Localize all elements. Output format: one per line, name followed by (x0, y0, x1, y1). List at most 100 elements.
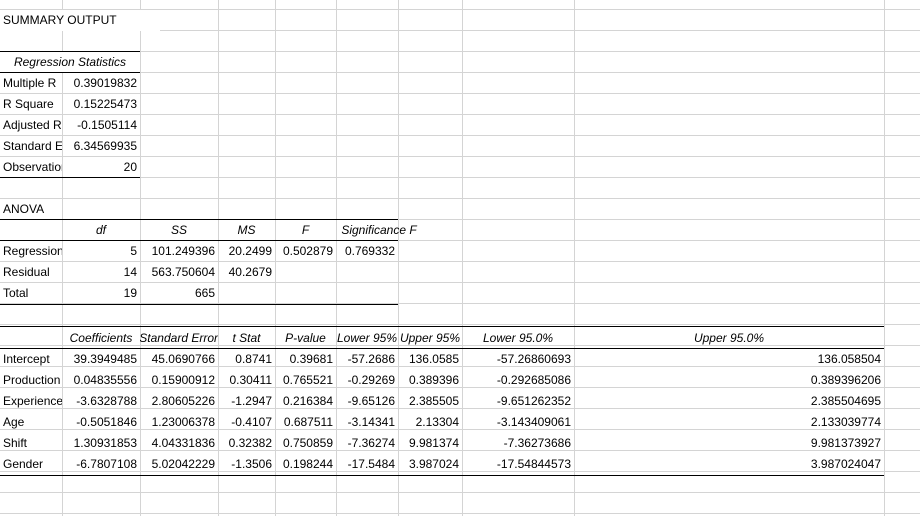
anova-ss-residual[interactable]: 563.750604 (140, 262, 218, 283)
coef-t-stat[interactable]: -1.2947 (218, 391, 275, 412)
coef-header-upper-95[interactable]: Upper 95% (398, 328, 462, 349)
stat-value-adjusted-r-square[interactable]: -0.1505114 (62, 115, 140, 136)
coef-value[interactable]: 0.04835556 (62, 370, 140, 391)
coef-std-error[interactable]: 4.04331836 (140, 433, 218, 454)
coef-t-stat[interactable]: -0.4107 (218, 412, 275, 433)
coef-p-value[interactable]: 0.687511 (275, 412, 336, 433)
coef-upper-95[interactable]: 136.0585 (398, 349, 462, 370)
coef-upper-95[interactable]: 2.13304 (398, 412, 462, 433)
coef-upper-95[interactable]: 9.981374 (398, 433, 462, 454)
coef-lower-95-0[interactable]: -0.292685086 (462, 370, 574, 391)
anova-header-ss[interactable]: SS (140, 220, 218, 241)
anova-sig-regression[interactable]: 0.769332 (336, 241, 398, 262)
anova-ms-residual[interactable]: 40.2679 (218, 262, 275, 283)
coef-lower-95[interactable]: -17.5484 (336, 454, 398, 475)
anova-header-significance-f[interactable]: Significance F (336, 220, 422, 241)
coef-header-t-stat[interactable]: t Stat (218, 328, 275, 349)
coef-lower-95-0[interactable]: -9.651262352 (462, 391, 574, 412)
coef-p-value[interactable]: 0.39681 (275, 349, 336, 370)
grid-row-line (0, 324, 920, 325)
coef-upper-95-0[interactable]: 0.389396206 (574, 370, 884, 391)
coef-std-error[interactable]: 2.80605226 (140, 391, 218, 412)
grid-column-line (884, 0, 885, 516)
coef-label-age[interactable]: Age (0, 412, 62, 433)
coef-p-value[interactable]: 0.765521 (275, 370, 336, 391)
coef-lower-95[interactable]: -9.65126 (336, 391, 398, 412)
coef-t-stat[interactable]: 0.30411 (218, 370, 275, 391)
regression-statistics-header[interactable]: Regression Statistics (0, 52, 140, 73)
spreadsheet-grid[interactable]: SUMMARY OUTPUT Regression Statistics Mul… (0, 0, 920, 516)
coef-t-stat[interactable]: -1.3506 (218, 454, 275, 475)
coef-header-lower-95-0[interactable]: Lower 95.0% (462, 328, 574, 349)
coef-label-shift[interactable]: Shift (0, 433, 62, 454)
coef-lower-95[interactable]: -57.2686 (336, 349, 398, 370)
grid-row-line (0, 513, 920, 514)
anova-ss-total[interactable]: 665 (140, 283, 218, 304)
coef-value[interactable]: -3.6328788 (62, 391, 140, 412)
coef-header-p-value[interactable]: P-value (275, 328, 336, 349)
anova-df-residual[interactable]: 14 (62, 262, 140, 283)
coef-p-value[interactable]: 0.216384 (275, 391, 336, 412)
coef-std-error[interactable]: 45.0690766 (140, 349, 218, 370)
coef-label-experience[interactable]: Experience (0, 391, 62, 412)
anova-header-ms[interactable]: MS (218, 220, 275, 241)
anova-label-total[interactable]: Total (0, 283, 62, 304)
anova-df-regression[interactable]: 5 (62, 241, 140, 262)
anova-header-f[interactable]: F (275, 220, 336, 241)
stat-value-r-square[interactable]: 0.15225473 (62, 94, 140, 115)
anova-f-regression[interactable]: 0.502879 (275, 241, 336, 262)
coef-label-gender[interactable]: Gender (0, 454, 62, 475)
coef-lower-95[interactable]: -0.29269 (336, 370, 398, 391)
coef-lower-95[interactable]: -3.14341 (336, 412, 398, 433)
stat-label-observations[interactable]: Observations (0, 157, 62, 178)
coef-upper-95[interactable]: 2.385505 (398, 391, 462, 412)
coef-upper-95[interactable]: 0.389396 (398, 370, 462, 391)
coef-upper-95-0[interactable]: 2.385504695 (574, 391, 884, 412)
stat-label-r-square[interactable]: R Square (0, 94, 62, 115)
coef-value[interactable]: 1.30931853 (62, 433, 140, 454)
grid-row-line (0, 492, 920, 493)
coef-lower-95-0[interactable]: -57.26860693 (462, 349, 574, 370)
coef-upper-95-0[interactable]: 136.058504 (574, 349, 884, 370)
coef-label-intercept[interactable]: Intercept (0, 349, 62, 370)
stat-label-multiple-r[interactable]: Multiple R (0, 73, 62, 94)
table-bottom-border (0, 475, 884, 476)
coef-upper-95-0[interactable]: 3.987024047 (574, 454, 884, 475)
anova-label-regression[interactable]: Regression (0, 241, 62, 262)
coef-p-value[interactable]: 0.198244 (275, 454, 336, 475)
anova-df-total[interactable]: 19 (62, 283, 140, 304)
anova-ms-regression[interactable]: 20.2499 (218, 241, 275, 262)
coef-value[interactable]: -6.7807108 (62, 454, 140, 475)
coef-lower-95-0[interactable]: -3.143409061 (462, 412, 574, 433)
coef-std-error[interactable]: 1.23006378 (140, 412, 218, 433)
coef-t-stat[interactable]: 0.8741 (218, 349, 275, 370)
stat-label-standard-error[interactable]: Standard Error (0, 136, 62, 157)
coef-header-standard-error[interactable]: Standard Error (140, 328, 218, 349)
anova-ss-regression[interactable]: 101.249396 (140, 241, 218, 262)
stat-value-observations[interactable]: 20 (62, 157, 140, 178)
coef-value[interactable]: -0.5051846 (62, 412, 140, 433)
coef-header-upper-95-0[interactable]: Upper 95.0% (574, 328, 884, 349)
stat-value-standard-error[interactable]: 6.34569935 (62, 136, 140, 157)
table-bottom-border (0, 177, 140, 178)
coef-std-error[interactable]: 0.15900912 (140, 370, 218, 391)
coef-upper-95[interactable]: 3.987024 (398, 454, 462, 475)
coef-label-production[interactable]: Production (0, 370, 62, 391)
coef-value[interactable]: 39.3949485 (62, 349, 140, 370)
coef-upper-95-0[interactable]: 2.133039774 (574, 412, 884, 433)
anova-header-df[interactable]: df (62, 220, 140, 241)
stat-label-adjusted-r-square[interactable]: Adjusted R Square (0, 115, 62, 136)
coef-lower-95[interactable]: -7.36274 (336, 433, 398, 454)
stat-value-multiple-r[interactable]: 0.39019832 (62, 73, 140, 94)
anova-label-residual[interactable]: Residual (0, 262, 62, 283)
coef-header-lower-95[interactable]: Lower 95% (336, 328, 398, 349)
summary-output-title[interactable]: SUMMARY OUTPUT (0, 10, 160, 31)
coef-t-stat[interactable]: 0.32382 (218, 433, 275, 454)
coef-std-error[interactable]: 5.02042229 (140, 454, 218, 475)
anova-title[interactable]: ANOVA (0, 199, 62, 220)
coef-lower-95-0[interactable]: -17.54844573 (462, 454, 574, 475)
coef-lower-95-0[interactable]: -7.36273686 (462, 433, 574, 454)
coef-upper-95-0[interactable]: 9.981373927 (574, 433, 884, 454)
coef-header-coefficients[interactable]: Coefficients (62, 328, 140, 349)
coef-p-value[interactable]: 0.750859 (275, 433, 336, 454)
